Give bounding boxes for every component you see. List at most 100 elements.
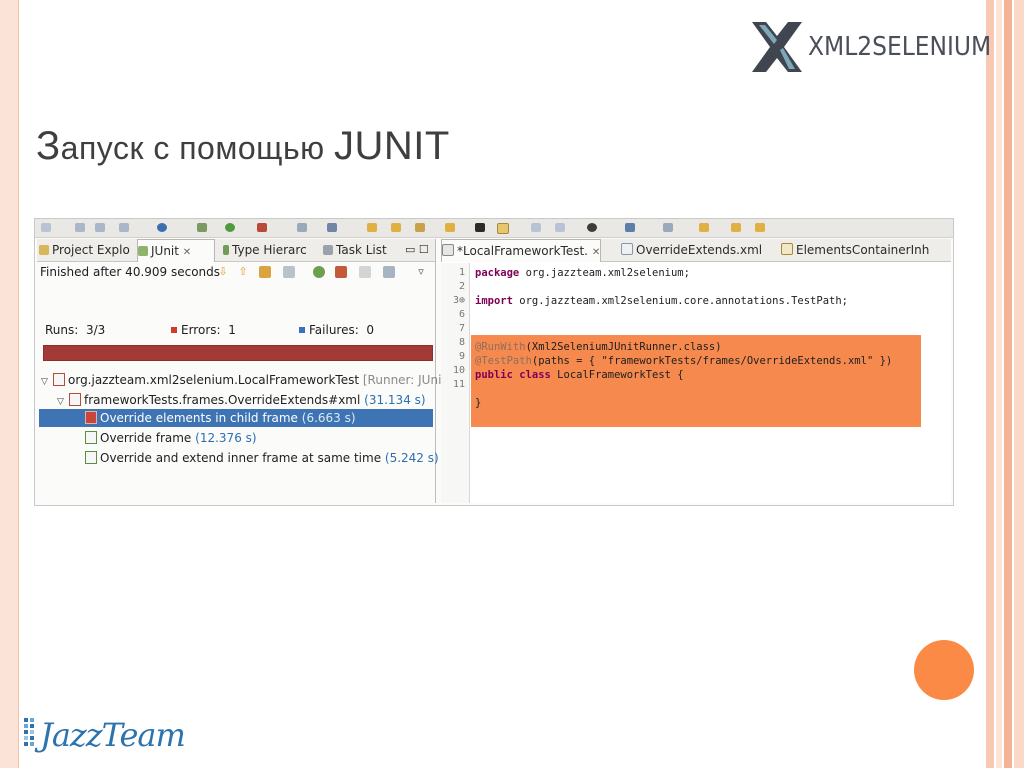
tree-row-test-error[interactable]: Override elements in child frame (6.663 … <box>39 409 433 427</box>
error-test-icon <box>85 411 97 424</box>
toolbar-icon[interactable] <box>415 223 425 232</box>
tab-localframeworktest[interactable]: *LocalFrameworkTest. ✕ <box>441 239 601 262</box>
close-icon[interactable]: ✕ <box>592 247 600 258</box>
toolbar-icon[interactable] <box>699 223 709 232</box>
failures-counter: Failures: 0 <box>299 323 374 337</box>
slide-right-border <box>986 0 1024 768</box>
toolbar-icon[interactable] <box>391 223 401 232</box>
errors-value: 1 <box>228 323 236 337</box>
tree-label: Override and extend inner frame at same … <box>100 451 382 465</box>
jazzteam-logo: JazzTeam <box>24 712 190 764</box>
scroll-lock-icon[interactable] <box>283 266 295 278</box>
eclipse-screenshot: Project Explo JUnit ✕ Type Hierarc Task … <box>34 218 954 506</box>
tree-row-test-class[interactable]: ▽ org.jazzteam.xml2selenium.LocalFramewor… <box>41 371 458 391</box>
toolbar-icon[interactable] <box>119 223 129 232</box>
code-text: (paths = { "frameworkTests/frames/Overri… <box>531 355 893 367</box>
title-junit: JUNIT <box>334 124 450 168</box>
eclipse-toolbar <box>35 219 953 238</box>
toolbar-icon[interactable] <box>327 223 337 232</box>
tree-label: org.jazzteam.xml2selenium.LocalFramework… <box>68 373 360 387</box>
run-status: Finished after 40.909 seconds <box>40 265 221 279</box>
tree-label: frameworkTests.frames.OverrideExtends#xm… <box>84 393 361 407</box>
line-number: 7 <box>458 323 465 334</box>
next-failure-icon[interactable]: ⇩ <box>217 266 229 278</box>
code-line[interactable]: public class LocalFrameworkTest { <box>475 369 684 381</box>
view-menu-icon[interactable]: ▿ <box>415 266 427 278</box>
tab-overrideextends[interactable]: OverrideExtends.xml <box>621 239 771 261</box>
toolbar-icon[interactable] <box>555 223 565 232</box>
toolbar-icon[interactable] <box>475 223 485 232</box>
code-text: } <box>475 397 482 409</box>
toolbar-icon[interactable] <box>497 223 509 234</box>
toolbar-icon[interactable] <box>625 223 635 232</box>
tab-junit[interactable]: JUnit ✕ <box>137 239 215 262</box>
rerun-failures-icon[interactable] <box>335 266 347 278</box>
expand-icon[interactable]: ▽ <box>41 373 53 391</box>
line-number: 8 <box>458 337 465 348</box>
rerun-icon[interactable] <box>313 266 325 278</box>
tab-task-list[interactable]: Task List <box>323 239 393 261</box>
code-text: LocalFrameworkTest { <box>550 369 684 381</box>
tab-label: JUnit <box>151 244 179 258</box>
tree-row-xml-suite[interactable]: ▽ frameworkTests.frames.OverrideExtends#x… <box>57 391 433 409</box>
tree-time: (5.242 s) <box>384 451 439 465</box>
toolbar-icon[interactable] <box>95 223 105 232</box>
error-node-icon <box>53 373 65 386</box>
runs-label: Runs: <box>45 323 79 337</box>
code-line[interactable]: @TestPath(paths = { "frameworkTests/fram… <box>475 355 892 367</box>
close-icon[interactable]: ✕ <box>183 247 191 258</box>
editor-tabbar: *LocalFrameworkTest. ✕ OverrideExtends.x… <box>441 239 951 262</box>
java-file-icon <box>781 243 793 255</box>
brand-name: XML2SELENIUM <box>808 32 992 62</box>
toolbar-icon[interactable] <box>731 223 741 232</box>
tree-time: (12.376 s) <box>195 431 257 445</box>
keyword: public class <box>475 369 551 381</box>
line-number: 2 <box>458 281 465 292</box>
xml-file-icon <box>621 243 633 255</box>
toolbar-icon[interactable] <box>755 223 765 232</box>
junit-icon <box>138 246 148 256</box>
toolbar-icon[interactable] <box>75 223 85 232</box>
tree-label: Override elements in child frame <box>100 411 298 425</box>
line-number: 9 <box>458 351 465 362</box>
minimize-maximize-controls[interactable]: ▭ ☐ <box>405 239 435 261</box>
toolbar-icon[interactable] <box>297 223 307 232</box>
toolbar-icon[interactable] <box>445 223 455 232</box>
tree-label: Override frame <box>100 431 192 445</box>
toolbar-icon[interactable] <box>587 223 597 232</box>
title-middle: апуск с помощью <box>60 130 335 166</box>
code-line[interactable]: @RunWith(Xml2SeleniumJUnitRunner.class) <box>475 341 722 353</box>
tree-time: (6.663 s) <box>301 411 356 425</box>
line-number: 6 <box>458 309 465 320</box>
history-icon[interactable] <box>383 266 395 278</box>
previous-failure-icon[interactable]: ⇧ <box>237 266 249 278</box>
junit-view: Project Explo JUnit ✕ Type Hierarc Task … <box>37 239 458 503</box>
code-line[interactable]: import org.jazzteam.xml2selenium.core.an… <box>475 295 848 307</box>
code-line[interactable]: } <box>475 397 481 409</box>
stop-icon[interactable] <box>359 266 371 278</box>
task-list-icon <box>323 245 333 255</box>
tab-label: Type Hierarc <box>232 243 307 257</box>
decorative-circle <box>914 640 974 700</box>
toolbar-icon[interactable] <box>197 223 207 232</box>
toolbar-icon[interactable] <box>531 223 541 232</box>
toolbar-icon[interactable] <box>157 223 167 232</box>
errors-label: Errors: <box>181 323 221 337</box>
tab-elementscontainer[interactable]: ElementsContainerInh <box>781 239 941 261</box>
toolbar-icon[interactable] <box>257 223 267 232</box>
slide-title: Запуск с помощью JUNIT <box>36 124 450 169</box>
tree-row-test-pass[interactable]: Override and extend inner frame at same … <box>85 449 439 467</box>
toolbar-icon[interactable] <box>663 223 673 232</box>
show-failures-icon[interactable] <box>259 266 271 278</box>
runs-counter: Runs: 3/3 <box>45 323 105 337</box>
run-icon[interactable] <box>225 223 235 232</box>
error-node-icon <box>69 393 81 406</box>
slide-left-border <box>0 0 19 768</box>
tab-project-explorer[interactable]: Project Explo <box>39 239 135 261</box>
project-explorer-icon <box>39 245 49 255</box>
toolbar-icon[interactable] <box>41 223 51 232</box>
tree-row-test-pass[interactable]: Override frame (12.376 s) <box>85 429 433 447</box>
tab-type-hierarchy[interactable]: Type Hierarc <box>223 239 319 261</box>
code-line[interactable]: package org.jazzteam.xml2selenium; <box>475 267 690 279</box>
toolbar-icon[interactable] <box>367 223 377 232</box>
